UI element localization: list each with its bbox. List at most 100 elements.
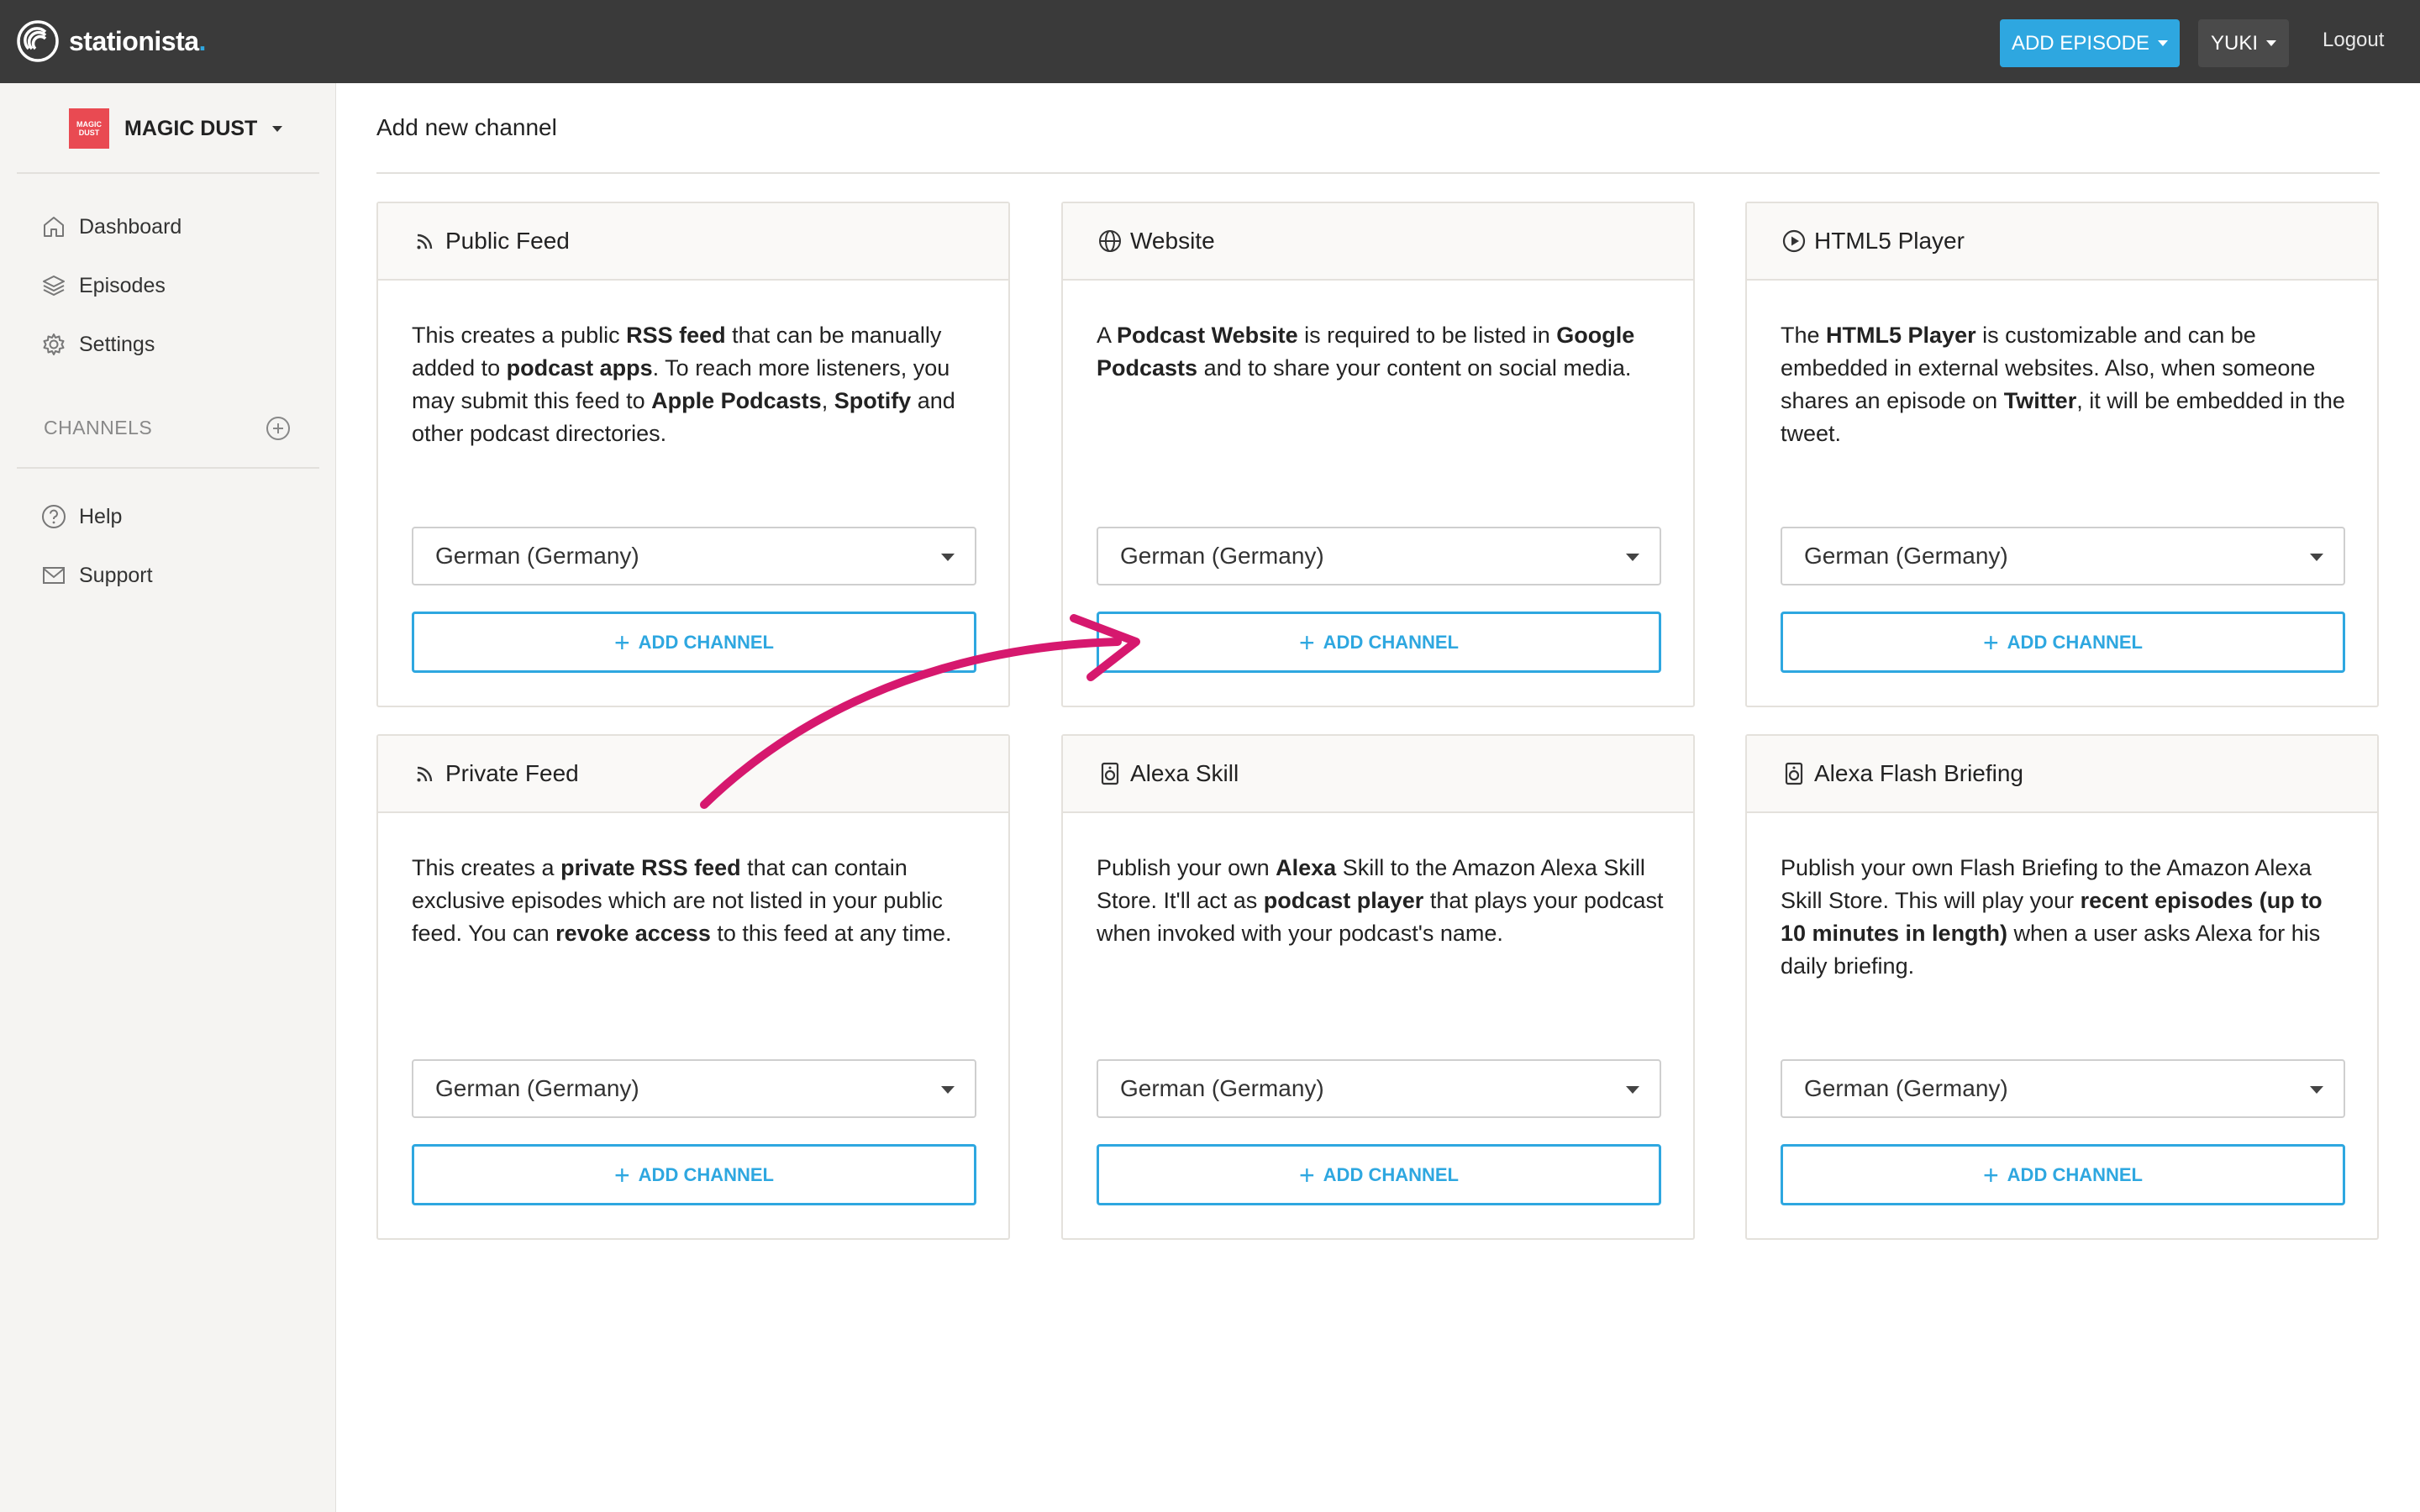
add-episode-button[interactable]: ADD EPISODE xyxy=(2000,19,2180,67)
card-title: Website xyxy=(1130,228,1215,254)
sidebar-item-label: Settings xyxy=(79,332,155,356)
rss-icon xyxy=(417,766,433,782)
card-title: Alexa Flash Briefing xyxy=(1814,760,2024,786)
card-title: Public Feed xyxy=(445,228,570,254)
add-episode-label: ADD EPISODE xyxy=(2011,31,2150,55)
card-description: The HTML5 Player is customizable and can… xyxy=(1781,323,2345,446)
podcast-name: MAGIC DUST xyxy=(124,116,258,140)
logout-link[interactable]: Logout xyxy=(2323,29,2384,52)
speaker-icon xyxy=(1101,762,1119,785)
card-header: Private Feed xyxy=(378,736,1008,813)
sidebar-item-label: Episodes xyxy=(79,273,166,297)
language-select[interactable]: German (Germany) xyxy=(1781,527,2345,585)
language-select-value: German (Germany) xyxy=(435,1075,639,1101)
add-channel-button[interactable]: + ADD CHANNEL xyxy=(1097,1144,1661,1205)
sidebar: MAGIC DUST MAGIC DUST Dashboard Episodes… xyxy=(0,83,336,1512)
top-navbar: stationista. ADD EPISODE YUKI Logout xyxy=(0,0,2420,83)
language-select-value: German (Germany) xyxy=(1804,543,2008,569)
plus-icon: + xyxy=(1298,627,1315,658)
card-title: Private Feed xyxy=(445,760,579,786)
language-select[interactable]: German (Germany) xyxy=(1781,1059,2345,1118)
sidebar-divider xyxy=(17,467,319,469)
language-select[interactable]: German (Germany) xyxy=(412,527,976,585)
play-circle-icon xyxy=(1782,229,1806,253)
chevron-down-icon xyxy=(2310,1086,2323,1094)
language-select[interactable]: German (Germany) xyxy=(412,1059,976,1118)
language-select-value: German (Germany) xyxy=(1120,543,1324,569)
podcast-cover: MAGIC DUST xyxy=(69,108,109,149)
brand-name: stationista xyxy=(69,25,199,56)
podcast-selector[interactable]: MAGIC DUST MAGIC DUST xyxy=(69,108,283,149)
card-header: HTML5 Player xyxy=(1747,203,2377,281)
card-title: HTML5 Player xyxy=(1814,228,1965,254)
home-icon xyxy=(44,217,64,237)
user-menu-label: YUKI xyxy=(2210,31,2258,55)
channel-card-alexa-skill: Alexa Skill Publish your own Alexa Skill… xyxy=(1061,734,1695,1240)
add-channel-button[interactable]: + ADD CHANNEL xyxy=(1781,1144,2345,1205)
help-circle-icon xyxy=(42,505,66,528)
language-select-value: German (Germany) xyxy=(1120,1075,1324,1101)
plus-icon: + xyxy=(1298,1159,1315,1190)
sidebar-item-support[interactable]: Support xyxy=(40,562,153,589)
add-channel-button[interactable]: + ADD CHANNEL xyxy=(1097,612,1661,673)
stationista-logo-icon xyxy=(17,20,59,62)
card-title: Alexa Skill xyxy=(1130,760,1239,786)
card-description: A Podcast Website is required to be list… xyxy=(1097,323,1635,381)
layers-icon xyxy=(43,276,65,297)
card-header: Alexa Skill xyxy=(1063,736,1693,813)
add-channel-label: ADD CHANNEL xyxy=(638,631,774,653)
chevron-down-icon xyxy=(2158,40,2169,46)
add-channel-label: ADD CHANNEL xyxy=(1323,631,1459,653)
add-channel-label: ADD CHANNEL xyxy=(1323,1163,1459,1185)
sidebar-item-label: Support xyxy=(79,563,153,587)
card-description: This creates a private RSS feed that can… xyxy=(412,855,952,946)
sidebar-item-settings[interactable]: Settings xyxy=(40,331,155,358)
user-menu-button[interactable]: YUKI xyxy=(2198,19,2289,67)
add-channel-label: ADD CHANNEL xyxy=(638,1163,774,1185)
add-channel-plus-circle-icon[interactable] xyxy=(265,415,292,442)
language-select-value: German (Germany) xyxy=(435,543,639,569)
add-channel-button[interactable]: + ADD CHANNEL xyxy=(412,1144,976,1205)
plus-icon: + xyxy=(1982,1159,1999,1190)
channel-card-alexa-flash-briefing: Alexa Flash Briefing Publish your own Fl… xyxy=(1745,734,2379,1240)
plus-icon: + xyxy=(613,627,630,658)
title-divider xyxy=(376,172,2380,174)
card-header: Public Feed xyxy=(378,203,1008,281)
card-header: Alexa Flash Briefing xyxy=(1747,736,2377,813)
sidebar-item-episodes[interactable]: Episodes xyxy=(40,272,166,299)
channel-card-private-feed: Private Feed This creates a private RSS … xyxy=(376,734,1010,1240)
page-title: Add new channel xyxy=(376,114,557,140)
chevron-down-icon xyxy=(2266,40,2276,46)
brand-logo[interactable]: stationista. xyxy=(17,17,206,66)
sidebar-divider xyxy=(17,172,319,174)
sidebar-item-label: Dashboard xyxy=(79,214,182,239)
language-select[interactable]: German (Germany) xyxy=(1097,1059,1661,1118)
brand-dot: . xyxy=(198,25,207,56)
chevron-down-icon xyxy=(941,1086,955,1094)
channel-card-html5-player: HTML5 Player The HTML5 Player is customi… xyxy=(1745,202,2379,707)
chevron-down-icon xyxy=(1626,1086,1639,1094)
channels-section-label: CHANNELS xyxy=(44,417,153,438)
chevron-down-icon xyxy=(272,125,283,132)
channel-card-public-feed: Public Feed This creates a public RSS fe… xyxy=(376,202,1010,707)
channel-card-website: Website A Podcast Website is required to… xyxy=(1061,202,1695,707)
language-select[interactable]: German (Germany) xyxy=(1097,527,1661,585)
chevron-down-icon xyxy=(941,554,955,561)
sidebar-item-dashboard[interactable]: Dashboard xyxy=(40,213,182,240)
gear-icon xyxy=(43,333,65,355)
language-select-value: German (Germany) xyxy=(1804,1075,2008,1101)
plus-icon: + xyxy=(1982,627,1999,658)
add-channel-button[interactable]: + ADD CHANNEL xyxy=(1781,612,2345,673)
card-header: Website xyxy=(1063,203,1693,281)
card-description: This creates a public RSS feed that can … xyxy=(412,323,955,446)
add-channel-label: ADD CHANNEL xyxy=(2007,631,2143,653)
sidebar-item-label: Help xyxy=(79,504,123,528)
add-channel-button[interactable]: + ADD CHANNEL xyxy=(412,612,976,673)
globe-icon xyxy=(1099,230,1121,252)
card-description: Publish your own Flash Briefing to the A… xyxy=(1781,855,2323,979)
sidebar-item-help[interactable]: Help xyxy=(40,503,122,530)
speaker-icon xyxy=(1785,762,1803,785)
rss-icon xyxy=(417,234,433,249)
add-channel-label: ADD CHANNEL xyxy=(2007,1163,2143,1185)
mail-icon xyxy=(43,567,65,584)
